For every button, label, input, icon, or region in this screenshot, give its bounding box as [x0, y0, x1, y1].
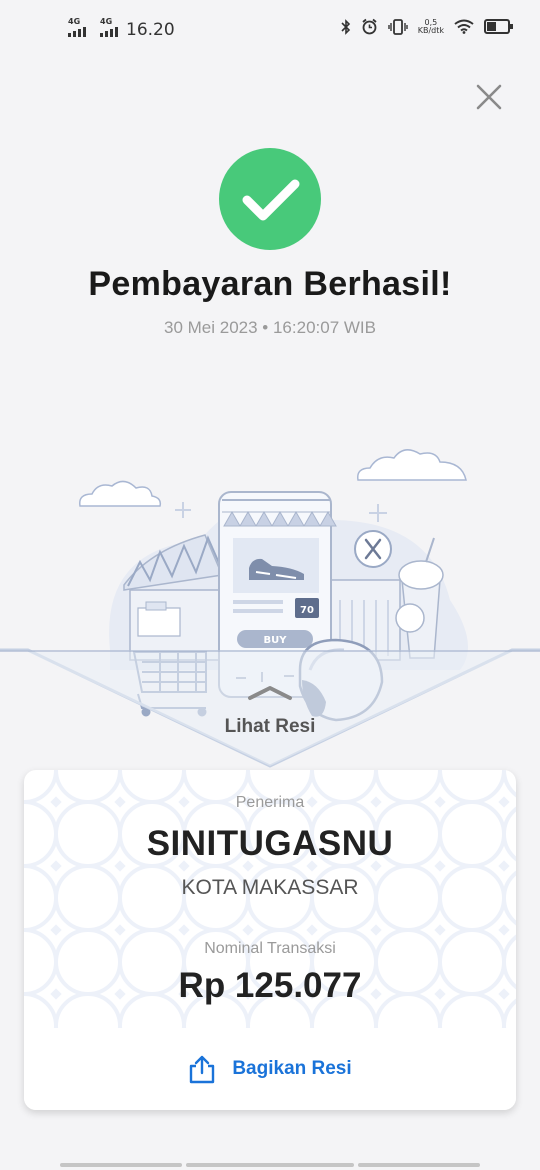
amount-label: Nominal Transaksi — [204, 940, 336, 957]
page-title: Pembayaran Berhasil! — [88, 265, 452, 303]
network-speed: 0,5 KB/dtk — [417, 17, 444, 35]
share-receipt-button[interactable]: Bagikan Resi — [24, 1028, 516, 1110]
signal-icon-1: 4G — [68, 17, 86, 37]
clock: 16.20 — [126, 20, 175, 40]
discount-label: 70 — [300, 605, 314, 616]
bluetooth-icon — [341, 18, 350, 35]
signal-icon-2: 4G — [100, 17, 118, 37]
nav-hint-middle — [186, 1163, 354, 1167]
nav-hint-left — [60, 1163, 182, 1167]
nav-hint-right — [358, 1163, 480, 1167]
alarm-icon — [362, 18, 377, 35]
cloud-right — [357, 449, 467, 481]
share-icon — [190, 1055, 215, 1084]
transaction-datetime: 30 Mei 2023 • 16:20:07 WIB — [164, 318, 376, 337]
view-receipt-link[interactable]: Lihat Resi — [170, 716, 370, 738]
share-receipt-label: Bagikan Resi — [232, 1058, 352, 1079]
buy-label: BUY — [264, 635, 288, 646]
battery-icon — [484, 19, 513, 34]
wifi-icon — [454, 19, 474, 34]
receipt-card: Penerima SINITUGASNU KOTA MAKASSAR Nomin… — [24, 770, 516, 1110]
recipient-city: KOTA MAKASSAR — [181, 876, 359, 899]
shop-illustration — [123, 534, 224, 661]
check-icon — [242, 179, 300, 221]
food-icon — [354, 530, 392, 568]
transaction-amount: Rp 125.077 — [178, 966, 362, 1005]
cloud-left — [79, 480, 162, 507]
status-bar: 4G 4G 16.20 0,5 KB/dtk — [0, 0, 540, 60]
network-type-2: 4G — [100, 17, 113, 26]
vibrate-icon — [388, 18, 408, 35]
network-type-1: 4G — [68, 17, 81, 26]
recipient-name: SINITUGASNU — [146, 824, 394, 863]
close-icon[interactable] — [474, 82, 504, 112]
recipient-label: Penerima — [235, 794, 305, 811]
success-badge — [219, 148, 321, 250]
